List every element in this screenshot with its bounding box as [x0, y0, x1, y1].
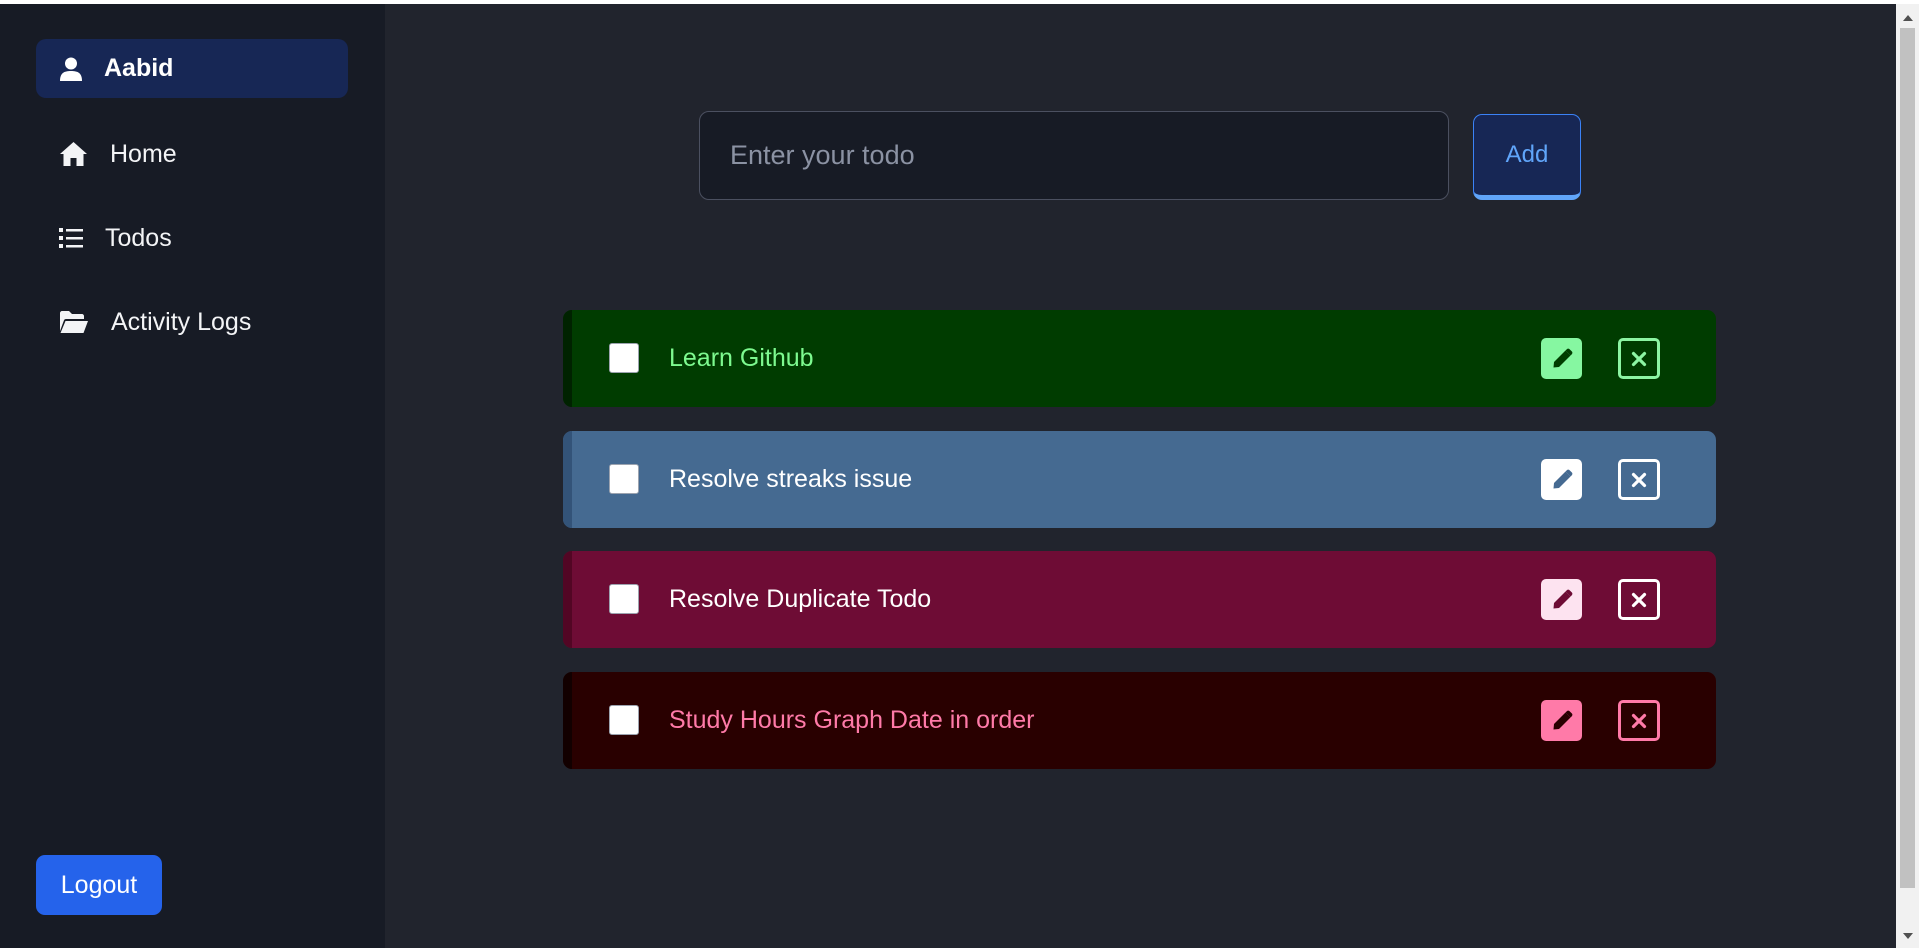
user-icon — [60, 57, 82, 81]
sidebar-item-label: Home — [110, 139, 177, 168]
scroll-thumb[interactable] — [1900, 28, 1915, 888]
add-todo-button[interactable]: Add — [1473, 114, 1581, 200]
logout-button[interactable]: Logout — [36, 855, 162, 915]
close-icon — [1631, 472, 1647, 488]
sidebar: Aabid Home Todos Activity Logs Logout — [0, 4, 385, 948]
edit-todo-button[interactable] — [1541, 700, 1582, 741]
delete-todo-button[interactable] — [1618, 579, 1660, 620]
edit-todo-button[interactable] — [1541, 459, 1582, 500]
todo-item: Study Hours Graph Date in order — [563, 672, 1716, 769]
scroll-down-arrow-icon[interactable] — [1896, 926, 1919, 946]
todo-text: Learn Github — [669, 344, 814, 372]
todo-accent-bar — [563, 310, 572, 407]
close-icon — [1631, 351, 1647, 367]
todo-item: Resolve streaks issue — [563, 431, 1716, 528]
todo-accent-bar — [563, 431, 572, 528]
todo-text: Resolve Duplicate Todo — [669, 585, 932, 613]
todo-item: Resolve Duplicate Todo — [563, 551, 1716, 648]
close-icon — [1631, 713, 1647, 729]
todo-checkbox[interactable] — [609, 464, 639, 494]
pencil-icon — [1551, 469, 1573, 491]
todo-checkbox[interactable] — [609, 584, 639, 614]
pencil-icon — [1551, 348, 1573, 370]
pencil-icon — [1551, 589, 1573, 611]
pencil-icon — [1551, 710, 1573, 732]
app-viewport: Aabid Home Todos Activity Logs Logout En… — [0, 4, 1919, 948]
todo-text: Resolve streaks issue — [669, 465, 913, 493]
close-icon — [1631, 592, 1647, 608]
todo-text: Study Hours Graph Date in order — [669, 706, 1035, 734]
todo-input[interactable] — [699, 111, 1449, 200]
sidebar-item-label: Todos — [105, 223, 172, 252]
home-icon — [59, 141, 88, 167]
todo-accent-bar — [563, 551, 572, 648]
delete-todo-button[interactable] — [1618, 338, 1660, 379]
delete-todo-button[interactable] — [1618, 459, 1660, 500]
edit-todo-button[interactable] — [1541, 579, 1582, 620]
edit-todo-button[interactable] — [1541, 338, 1582, 379]
sidebar-item-activity-logs[interactable]: Activity Logs — [59, 300, 251, 344]
folder-open-icon — [59, 310, 89, 334]
list-icon — [59, 227, 83, 249]
sidebar-item-home[interactable]: Home — [59, 132, 177, 176]
sidebar-item-label: Activity Logs — [111, 307, 252, 336]
sidebar-item-todos[interactable]: Todos — [59, 216, 172, 260]
delete-todo-button[interactable] — [1618, 700, 1660, 741]
user-name: Aabid — [104, 54, 174, 82]
todo-checkbox[interactable] — [609, 343, 639, 373]
vertical-scrollbar[interactable] — [1896, 4, 1919, 948]
todo-item: Learn Github — [563, 310, 1716, 407]
user-profile-button[interactable]: Aabid — [36, 39, 348, 98]
todo-checkbox[interactable] — [609, 705, 639, 735]
scroll-up-arrow-icon[interactable] — [1896, 8, 1919, 28]
todo-accent-bar — [563, 672, 572, 769]
